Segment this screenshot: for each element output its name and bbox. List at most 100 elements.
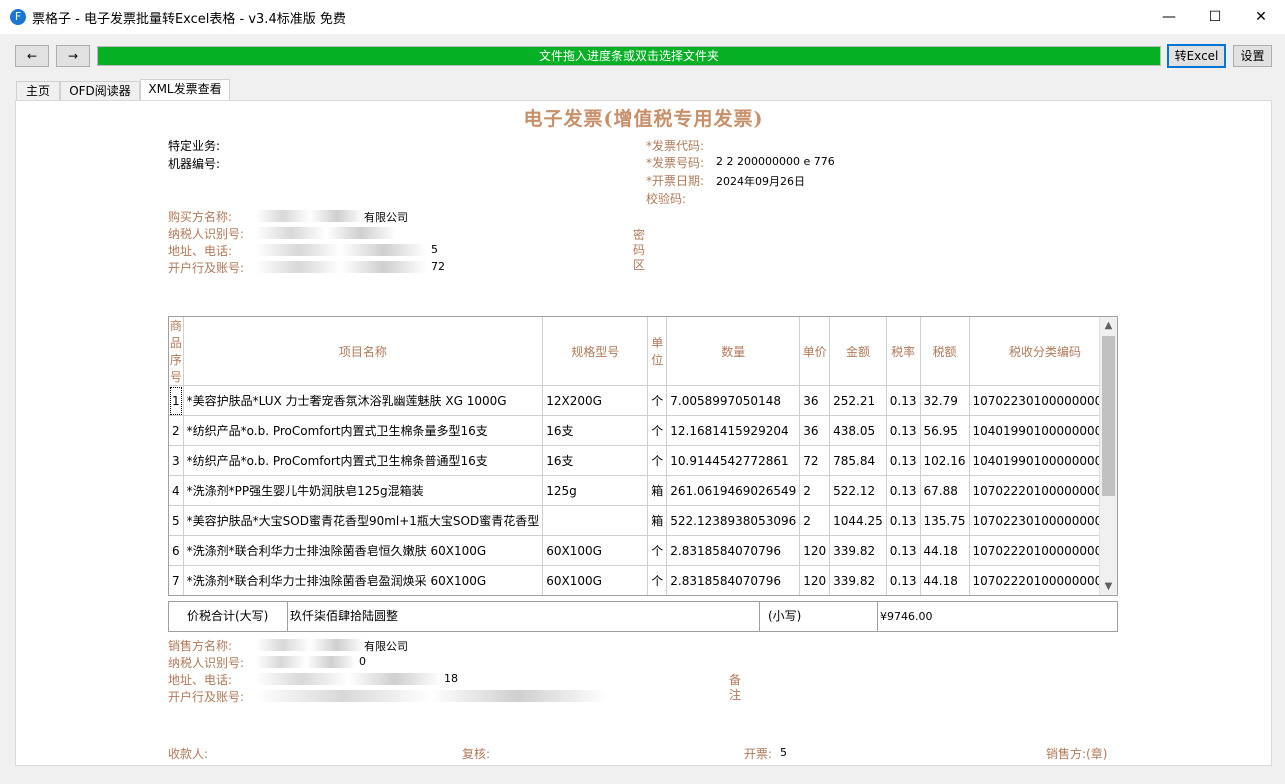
column-header[interactable]: 税收分类编码 [969, 317, 1117, 386]
column-header[interactable]: 单位 [647, 317, 668, 386]
grid-cell[interactable]: 13.1268436578171 [667, 596, 800, 597]
grid-vertical-scrollbar[interactable]: ▲ ▼ [1099, 317, 1117, 595]
grid-cell[interactable]: 10.9144542772861 [666, 445, 801, 476]
grid-cell[interactable]: 72 [799, 445, 831, 476]
grid-cell[interactable]: 120 [799, 565, 831, 595]
minimize-button[interactable]: — [1146, 0, 1192, 34]
grid-cell[interactable]: 1070223010000000000 [969, 505, 1117, 536]
grid-cell[interactable]: 44.18 [920, 535, 970, 566]
back-button[interactable]: ← [15, 45, 49, 67]
close-button[interactable]: ✕ [1238, 0, 1284, 34]
tab-xml-viewer[interactable]: XML发票查看 [140, 79, 230, 102]
grid-cell[interactable]: 2 [799, 475, 831, 506]
grid-cell[interactable]: 2.8318584070796 [666, 535, 801, 566]
tab-home[interactable]: 主页 [16, 81, 60, 101]
grid-cell[interactable]: 12X200G [542, 385, 649, 416]
grid-cell[interactable]: 个 [647, 535, 668, 566]
grid-cell[interactable]: 0.13 [886, 535, 921, 566]
grid-cell[interactable]: 个 [647, 385, 668, 416]
forward-button[interactable]: → [56, 45, 90, 67]
column-header[interactable]: 项目名称 [183, 317, 544, 386]
grid-cell[interactable]: 2.8318584070796 [666, 565, 801, 595]
grid-cell[interactable]: 60X100G [542, 535, 649, 566]
grid-cell[interactable]: 16支 [542, 415, 649, 446]
grid-cell[interactable]: 67.88 [920, 475, 970, 506]
grid-cell[interactable]: 1 [169, 385, 184, 416]
grid-cell[interactable]: 个 [647, 565, 668, 595]
table-row[interactable]: 5 *美容护肤品*大宝SOD蜜青花香型90ml+1瓶大宝SOD蜜青花香型 箱 522.… [169, 505, 1117, 536]
grid-cell[interactable]: *纺织产品*o.b. ProComfort内置式卫生棉条量多型16支 [183, 415, 544, 446]
grid-cell[interactable]: 1070222010000000000 [969, 535, 1117, 566]
grid-cell[interactable]: 522.1238938053096 [666, 505, 801, 536]
column-header[interactable]: 规格型号 [542, 317, 649, 386]
grid-cell[interactable]: 120 [800, 596, 830, 597]
grid-cell[interactable]: 0.13 [886, 505, 921, 536]
grid-cell[interactable]: 339.82 [829, 565, 887, 595]
scroll-down-icon[interactable]: ▼ [1100, 578, 1117, 595]
grid-cell[interactable]: 0.13 [886, 445, 921, 476]
settings-button[interactable]: 设置 [1233, 45, 1272, 67]
grid-cell[interactable]: 339.82 [829, 535, 887, 566]
grid-cell[interactable]: 32.79 [920, 385, 970, 416]
grid-cell[interactable]: 1070222010000000000 [969, 565, 1117, 595]
grid-cell[interactable]: 2 [799, 505, 831, 536]
grid-cell[interactable]: 438.05 [829, 415, 887, 446]
grid-cell[interactable]: 0.13 [886, 415, 921, 446]
grid-cell[interactable]: *美容护肤品*LUX 力士奢宠香氛沐浴乳幽莲魅肤 XG 1000G [183, 385, 544, 416]
grid-cell[interactable]: 1070223010000000000 [969, 596, 1118, 597]
grid-cell[interactable]: *美容护肤品*大宝SOD蜜青花香型90ml+1瓶大宝SOD蜜青花香型 [183, 505, 544, 536]
grid-cell[interactable] [542, 505, 649, 536]
grid-cell[interactable]: 204.78 [920, 596, 969, 597]
grid-cell[interactable]: 1040199010000000000 [969, 445, 1117, 476]
grid-cell[interactable]: 箱 [647, 505, 668, 536]
file-drop-progress-bar[interactable]: 文件拖入进度条或双击选择文件夹 [97, 46, 1161, 66]
grid-cell[interactable]: 4 [169, 475, 184, 506]
table-row[interactable]: 8*美容护肤品*清扬男士多效水润养护型头皮护理去屑洗发露12X175G个13.1… [169, 596, 1118, 597]
grid-cell[interactable]: 8 [169, 596, 183, 597]
grid-cell[interactable]: *洗涤剂*联合利华力士排浊除菌香皂恒久嫩肤 60X100G [183, 535, 544, 566]
grid-cell[interactable]: 522.12 [829, 475, 887, 506]
grid-cell[interactable]: 1070222010000000000 [969, 475, 1117, 506]
grid-cell[interactable]: 3 [169, 445, 184, 476]
table-row[interactable]: 7 *洗涤剂*联合利华力士排浊除菌香皂盈润焕采 60X100G 60X100G 个 2.… [169, 565, 1117, 595]
grid-cell[interactable]: 102.16 [920, 445, 970, 476]
column-header[interactable]: 单价 [799, 317, 831, 386]
grid-cell[interactable]: 135.75 [920, 505, 970, 536]
grid-cell[interactable]: 个 [647, 415, 668, 446]
grid-cell[interactable]: 0.13 [886, 565, 921, 595]
grid-cell[interactable]: 箱 [647, 475, 668, 506]
column-header[interactable]: 税额 [920, 317, 970, 386]
column-header[interactable]: 税率 [886, 317, 921, 386]
grid-cell[interactable]: 12.1681415929204 [666, 415, 801, 446]
table-row[interactable]: 4 *洗涤剂*PP强生婴儿牛奶润肤皂125g混箱装 125g 箱 261.0619469… [169, 475, 1117, 506]
table-row[interactable]: 2 *纺织产品*o.b. ProComfort内置式卫生棉条量多型16支 16支个 1… [169, 415, 1117, 446]
maximize-button[interactable]: ☐ [1192, 0, 1238, 34]
grid-cell[interactable]: 6 [169, 535, 184, 566]
grid-cell[interactable]: 261.0619469026549 [666, 475, 801, 506]
grid-cell[interactable]: 5 [169, 505, 184, 536]
grid-cell[interactable]: 1040199010000000000 [969, 415, 1117, 446]
column-header[interactable]: 金额 [829, 317, 887, 386]
grid-cell[interactable]: 1575.22 [830, 596, 887, 597]
grid-cell[interactable]: 12X175G [543, 596, 648, 597]
grid-cell[interactable]: 0.13 [886, 385, 921, 416]
grid-cell[interactable]: 120 [799, 535, 831, 566]
grid-cell[interactable]: 1044.25 [829, 505, 887, 536]
grid-cell[interactable]: 36 [799, 415, 831, 446]
grid-cell[interactable]: 个 [648, 596, 667, 597]
tab-ofd-reader[interactable]: OFD阅读器 [60, 81, 140, 101]
grid-cell[interactable]: *洗涤剂*PP强生婴儿牛奶润肤皂125g混箱装 [183, 475, 544, 506]
table-row[interactable]: 3 *纺织产品*o.b. ProComfort内置式卫生棉条普通型16支 16支个 1… [169, 445, 1117, 476]
grid-cell[interactable]: 252.21 [829, 385, 887, 416]
grid-cell[interactable]: 7 [169, 565, 184, 595]
table-row[interactable]: 6 *洗涤剂*联合利华力士排浊除菌香皂恒久嫩肤 60X100G 60X100G 个 2.… [169, 535, 1117, 566]
grid-cell[interactable]: 785.84 [829, 445, 887, 476]
grid-cell[interactable]: *美容护肤品*清扬男士多效水润养护型头皮护理去屑洗发露 [183, 596, 543, 597]
scroll-up-icon[interactable]: ▲ [1100, 317, 1117, 334]
grid-cell[interactable]: 0.13 [886, 596, 920, 597]
grid-cell[interactable]: 16支 [542, 445, 649, 476]
grid-cell[interactable]: 125g [542, 475, 649, 506]
grid-cell[interactable]: 1070223010000000000 [969, 385, 1117, 416]
scroll-thumb[interactable] [1102, 336, 1115, 496]
table-row[interactable]: 1 *美容护肤品*LUX 力士奢宠香氛沐浴乳幽莲魅肤 XG 1000G 12X200… [169, 385, 1117, 416]
